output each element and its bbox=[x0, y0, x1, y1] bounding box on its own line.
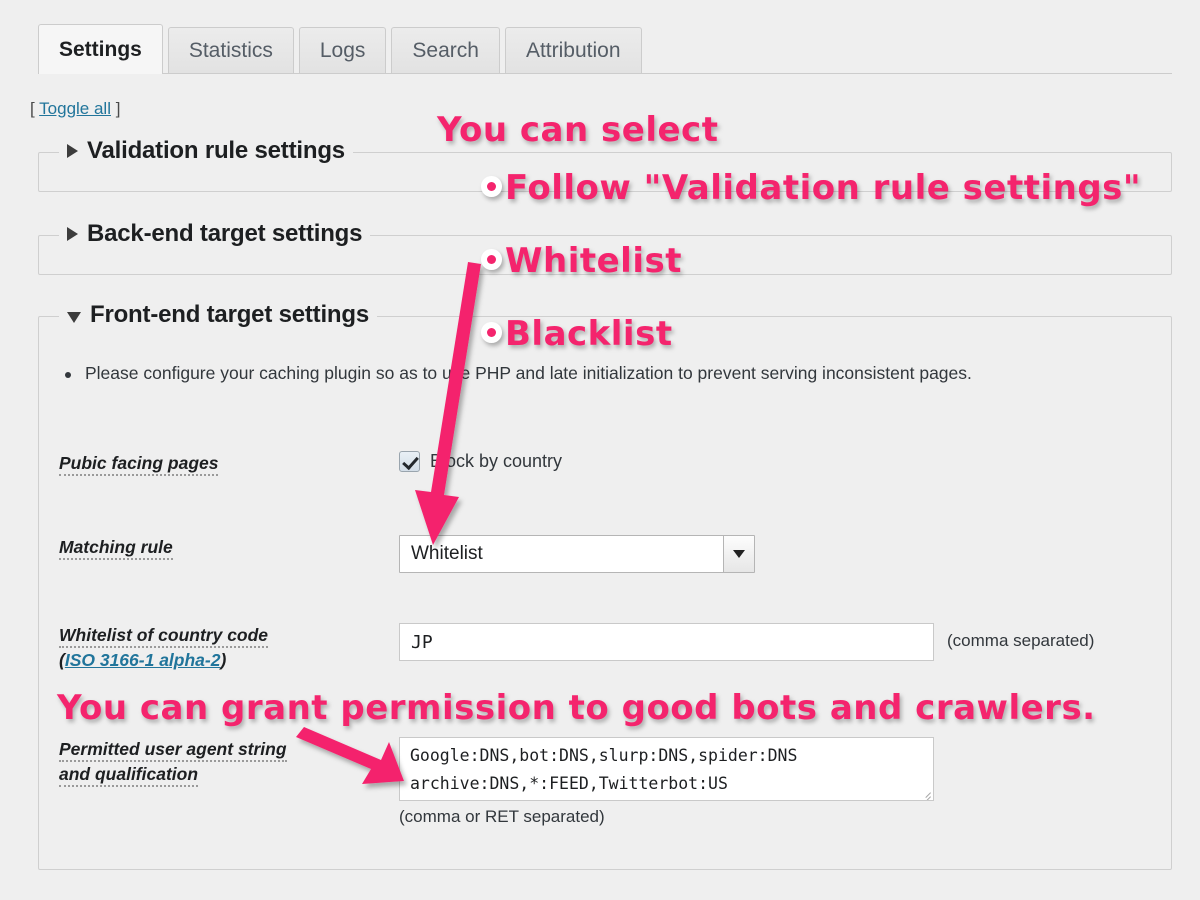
section-front-end-target-settings: Front-end target settings Please configu… bbox=[38, 301, 1172, 870]
form-row-matching-rule: Matching rule Whitelist bbox=[59, 535, 1149, 573]
form-row-pubic-facing-pages: Pubic facing pages Block by country bbox=[59, 451, 1149, 476]
section-validation-rule-settings-header[interactable]: Validation rule settings bbox=[59, 137, 353, 165]
tab-statistics[interactable]: Statistics bbox=[167, 27, 294, 73]
country-code-value: JP bbox=[411, 631, 433, 653]
control-block-by-country: Block by country bbox=[399, 451, 1149, 472]
country-code-hint: (comma separated) bbox=[947, 631, 1095, 650]
label-country-code-paren-close: ) bbox=[220, 650, 227, 671]
matching-rule-selected-value: Whitelist bbox=[411, 543, 483, 564]
label-pubic-facing-pages-text: Pubic facing pages bbox=[59, 453, 219, 476]
user-agent-hint: (comma or RET separated) bbox=[399, 807, 605, 826]
section-back-end-target-settings: Back-end target settings bbox=[38, 220, 1172, 275]
annotation-line-1: You can select bbox=[437, 110, 718, 150]
form-row-user-agent: Permitted user agent string and qualific… bbox=[59, 737, 1149, 826]
block-by-country-checkbox[interactable] bbox=[399, 451, 420, 472]
label-country-code-text: Whitelist of country code bbox=[59, 625, 269, 648]
control-country-code: JP (comma separated) bbox=[399, 623, 1149, 661]
toggle-all-link[interactable]: Toggle all bbox=[39, 99, 111, 118]
section-validation-rule-settings: Validation rule settings bbox=[38, 137, 1172, 192]
section-back-end-target-settings-title: Back-end target settings bbox=[87, 220, 363, 247]
block-by-country-checkbox-wrap[interactable]: Block by country bbox=[399, 451, 1149, 472]
label-matching-rule: Matching rule bbox=[59, 535, 399, 560]
country-code-input[interactable]: JP bbox=[399, 623, 934, 661]
section-back-end-target-settings-header[interactable]: Back-end target settings bbox=[59, 220, 371, 248]
label-pubic-facing-pages: Pubic facing pages bbox=[59, 451, 399, 476]
form-row-country-code: Whitelist of country code (ISO 3166-1 al… bbox=[59, 623, 1149, 674]
notes-list: Please configure your caching plugin so … bbox=[65, 363, 972, 384]
matching-rule-select[interactable]: Whitelist bbox=[399, 535, 755, 573]
label-user-agent-line2: and qualification bbox=[59, 764, 199, 788]
tab-attribution-label: Attribution bbox=[525, 38, 621, 62]
tab-logs-label: Logs bbox=[319, 38, 366, 62]
tab-search[interactable]: Search bbox=[391, 27, 500, 73]
control-user-agent: Google:DNS,bot:DNS,slurp:DNS,spider:DNS … bbox=[399, 737, 1149, 826]
resize-handle-icon[interactable] bbox=[920, 787, 931, 798]
tab-settings[interactable]: Settings bbox=[38, 24, 163, 74]
label-user-agent-line1: Permitted user agent string bbox=[59, 739, 287, 762]
tab-statistics-label: Statistics bbox=[188, 38, 273, 62]
label-user-agent: Permitted user agent string and qualific… bbox=[59, 737, 399, 788]
user-agent-textarea[interactable]: Google:DNS,bot:DNS,slurp:DNS,spider:DNS … bbox=[399, 737, 934, 801]
label-matching-rule-text: Matching rule bbox=[59, 537, 173, 560]
control-matching-rule: Whitelist bbox=[399, 535, 1149, 573]
tab-bar: Settings Statistics Logs Search Attribut… bbox=[38, 24, 1172, 74]
section-validation-rule-settings-title: Validation rule settings bbox=[87, 137, 345, 164]
user-agent-value: Google:DNS,bot:DNS,slurp:DNS,spider:DNS … bbox=[410, 746, 798, 793]
annotation-line-1-text: You can select bbox=[437, 110, 719, 150]
toggle-all: [ Toggle all ] bbox=[30, 99, 120, 119]
section-front-end-target-settings-title: Front-end target settings bbox=[90, 301, 370, 328]
chevron-right-icon bbox=[67, 144, 78, 158]
chevron-down-icon bbox=[67, 311, 81, 323]
label-country-code: Whitelist of country code (ISO 3166-1 al… bbox=[59, 623, 399, 674]
iso-3166-link[interactable]: ISO 3166-1 alpha-2 bbox=[65, 650, 221, 670]
block-by-country-label: Block by country bbox=[430, 451, 563, 471]
tab-settings-label: Settings bbox=[59, 37, 142, 61]
chevron-right-icon bbox=[67, 227, 78, 241]
tab-search-label: Search bbox=[412, 38, 479, 62]
toggle-all-bracket-close: ] bbox=[115, 99, 121, 118]
section-front-end-target-settings-header[interactable]: Front-end target settings bbox=[59, 301, 378, 329]
note-item: Please configure your caching plugin so … bbox=[65, 363, 972, 384]
toggle-all-bracket-open: [ bbox=[30, 99, 35, 118]
chevron-down-icon[interactable] bbox=[723, 536, 754, 572]
tab-attribution[interactable]: Attribution bbox=[504, 27, 642, 73]
tab-logs[interactable]: Logs bbox=[298, 27, 387, 73]
